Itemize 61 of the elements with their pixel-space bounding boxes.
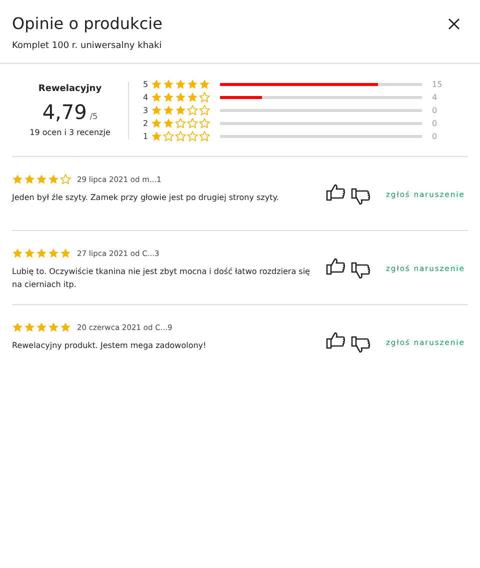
rating-count-value: 0: [432, 132, 438, 140]
star-level-label: 2: [143, 118, 150, 128]
filled-star-icon: [36, 322, 47, 333]
rating-count-value: 0: [432, 106, 438, 114]
rating-count-value: 0: [432, 118, 438, 128]
filled-star-icon: [12, 322, 23, 333]
review-text: Jeden był źle szyty. Zamek przy głowie jest po drugiej strony szyty.: [12, 192, 280, 204]
filled-star-icon: [151, 130, 162, 142]
filled-star-icon: [24, 174, 35, 185]
filled-star-icon: [48, 174, 59, 185]
rating-count-value: 15: [432, 80, 442, 88]
filled-star-icon: [163, 92, 174, 102]
filled-star-icon: [24, 248, 35, 259]
filled-star-icon: [36, 248, 47, 259]
filled-star-icon: [60, 322, 71, 333]
empty-star-icon: [187, 118, 198, 128]
rating-count-value: 4: [432, 92, 438, 102]
rating-count: 19 ocen i 3 recenzje: [30, 128, 110, 136]
product-name: Komplet 100 r. uniwersalny khaki: [12, 41, 163, 51]
filled-star-icon: [60, 248, 71, 259]
star-level-label: 4: [143, 92, 150, 102]
thumbs-up-button[interactable]: [326, 332, 345, 349]
thumbs-down-button[interactable]: [351, 336, 370, 353]
filled-star-icon: [12, 248, 23, 259]
star-level-label: 1: [143, 132, 150, 140]
score-scale: /5: [90, 112, 98, 120]
thumbs-down-button[interactable]: [351, 188, 370, 205]
thumbs-down-button[interactable]: [351, 262, 370, 279]
empty-star-icon: [187, 130, 198, 142]
filled-star-icon: [175, 78, 186, 90]
empty-star-icon: [199, 130, 210, 142]
thumbs-up-button[interactable]: [326, 258, 345, 275]
review-text: Rewelacyjny produkt. Jestem mega zadowolony!: [12, 340, 208, 352]
star-level-label: 5: [143, 80, 150, 88]
filled-star-icon: [151, 78, 162, 90]
filled-star-icon: [48, 322, 59, 333]
filled-star-icon: [36, 174, 47, 185]
filled-star-icon: [163, 118, 174, 128]
filled-star-icon: [151, 92, 162, 102]
filled-star-icon: [199, 78, 210, 90]
close-button[interactable]: [446, 16, 462, 32]
dialog-title: Opinie o produkcie: [12, 14, 162, 33]
filled-star-icon: [163, 104, 174, 116]
star-level-label: 3: [143, 106, 150, 114]
filled-star-icon: [12, 174, 23, 185]
filled-star-icon: [187, 92, 198, 102]
review-text: Lubię to. Oczywiście tkanina nie jest zbyt mocna i dość łatwo rozdziera się na cierniach itp.: [12, 266, 311, 291]
empty-star-icon: [199, 118, 210, 128]
filled-star-icon: [187, 78, 198, 90]
filled-star-icon: [48, 248, 59, 259]
filled-star-icon: [24, 322, 35, 333]
empty-star-icon: [199, 104, 210, 116]
rating-verdict: Rewelacyjny: [38, 84, 102, 94]
filled-star-icon: [175, 104, 186, 116]
filled-star-icon: [175, 92, 186, 102]
average-score: 4,79: [42, 100, 87, 124]
empty-star-icon: [175, 130, 186, 142]
filled-star-icon: [163, 78, 174, 90]
thumbs-up-button[interactable]: [326, 184, 345, 201]
filled-star-icon: [151, 104, 162, 116]
filled-star-icon: [151, 118, 162, 128]
